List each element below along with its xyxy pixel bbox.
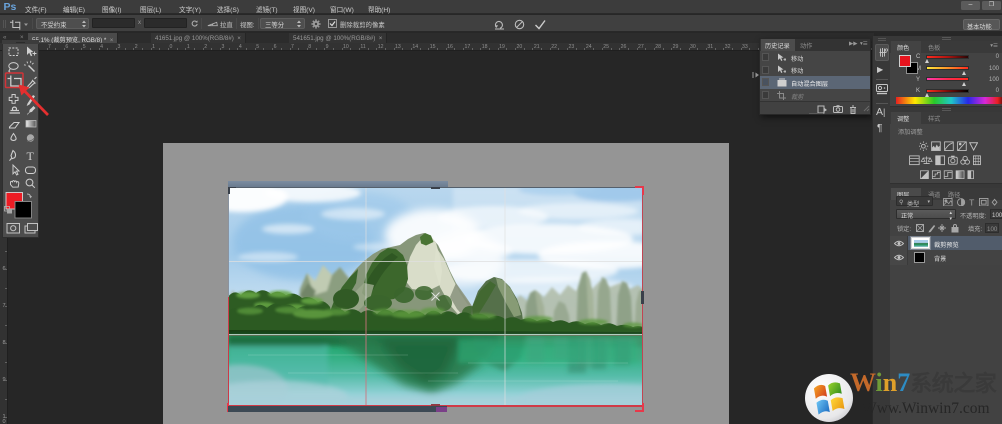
svg-text:T: T xyxy=(27,149,35,163)
svg-text:T: T xyxy=(969,198,974,207)
